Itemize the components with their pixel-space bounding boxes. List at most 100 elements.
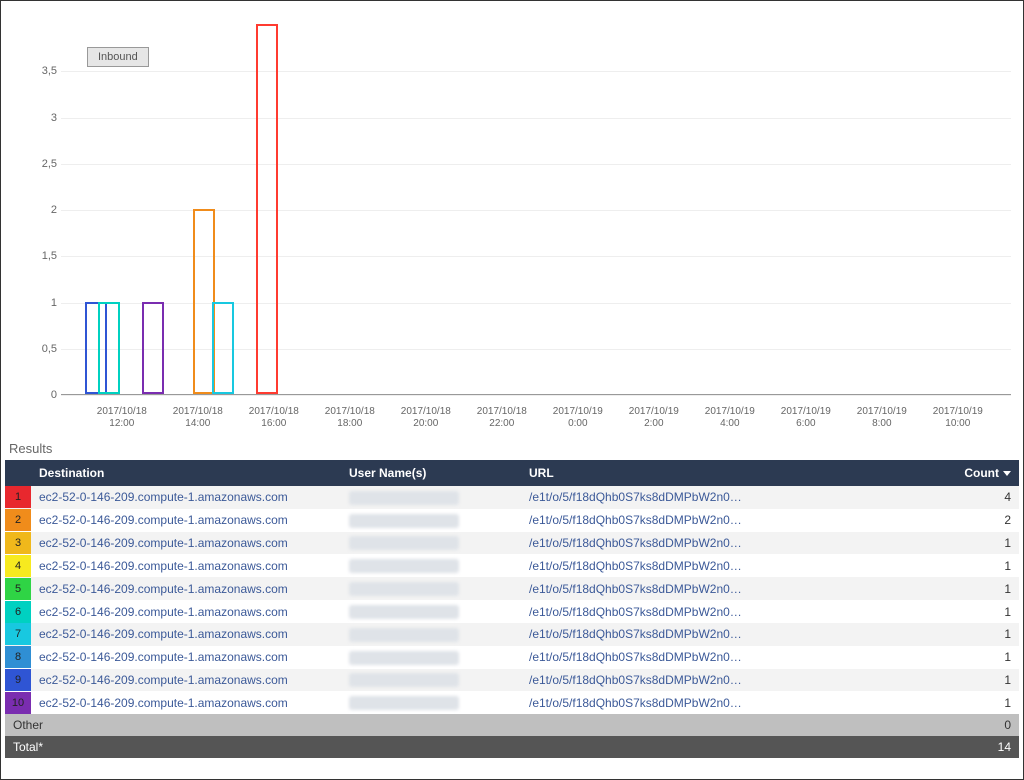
url-link[interactable]: /e1t/o/5/f18dQhb0S7ks8dDMPbW2n0… [529, 559, 742, 573]
count-cell: 1 [939, 691, 1019, 714]
url-cell: /e1t/o/5/f18dQhb0S7ks8dDMPbW2n0… [521, 486, 939, 509]
row-index-label: 8 [5, 646, 31, 668]
header-user-label: User Name(s) [349, 466, 426, 480]
row-index-swatch: 1 [5, 486, 31, 509]
row-index-label: 1 [5, 486, 31, 508]
destination-link[interactable]: ec2-52-0-146-209.compute-1.amazonaws.com [39, 650, 288, 664]
user-cell [341, 486, 521, 509]
user-cell [341, 600, 521, 623]
destination-link[interactable]: ec2-52-0-146-209.compute-1.amazonaws.com [39, 559, 288, 573]
total-label: Total* [5, 736, 939, 758]
table-row[interactable]: 2 ec2-52-0-146-209.compute-1.amazonaws.co… [5, 509, 1019, 532]
x-tick-label: 2017/10/194:00 [692, 406, 768, 430]
gridline [61, 118, 1011, 119]
table-row[interactable]: 7 ec2-52-0-146-209.compute-1.amazonaws.co… [5, 623, 1019, 646]
destination-cell: ec2-52-0-146-209.compute-1.amazonaws.com [31, 600, 341, 623]
header-count[interactable]: Count [939, 460, 1019, 486]
destination-cell: ec2-52-0-146-209.compute-1.amazonaws.com [31, 623, 341, 646]
url-link[interactable]: /e1t/o/5/f18dQhb0S7ks8dDMPbW2n0… [529, 605, 742, 619]
destination-cell: ec2-52-0-146-209.compute-1.amazonaws.com [31, 577, 341, 600]
gridline [61, 71, 1011, 72]
url-link[interactable]: /e1t/o/5/f18dQhb0S7ks8dDMPbW2n0… [529, 513, 742, 527]
row-index-label: 2 [5, 509, 31, 531]
url-link[interactable]: /e1t/o/5/f18dQhb0S7ks8dDMPbW2n0… [529, 673, 742, 687]
destination-link[interactable]: ec2-52-0-146-209.compute-1.amazonaws.com [39, 513, 288, 527]
count-cell: 1 [939, 600, 1019, 623]
x-tick-label: 2017/10/190:00 [540, 406, 616, 430]
count-cell: 1 [939, 669, 1019, 692]
results-table: Destination User Name(s) URL Count 1 ec2-… [5, 460, 1019, 758]
y-tick-label: 1 [13, 297, 57, 309]
x-tick-label: 2017/10/1812:00 [84, 406, 160, 430]
destination-link[interactable]: ec2-52-0-146-209.compute-1.amazonaws.com [39, 582, 288, 596]
table-row[interactable]: 4ec2-52-0-146-209.compute-1.amazonaws.co… [5, 554, 1019, 577]
url-link[interactable]: /e1t/o/5/f18dQhb0S7ks8dDMPbW2n0… [529, 490, 742, 504]
header-user[interactable]: User Name(s) [341, 460, 521, 486]
destination-link[interactable]: ec2-52-0-146-209.compute-1.amazonaws.com [39, 490, 288, 504]
url-cell: /e1t/o/5/f18dQhb0S7ks8dDMPbW2n0… [521, 577, 939, 600]
row-index-label: 3 [5, 532, 31, 554]
chart-bar[interactable] [142, 302, 164, 395]
header-url[interactable]: URL [521, 460, 939, 486]
chart-bar[interactable] [98, 302, 120, 395]
row-index-label: 5 [5, 578, 31, 600]
destination-cell: ec2-52-0-146-209.compute-1.amazonaws.com [31, 669, 341, 692]
table-row[interactable]: 8 ec2-52-0-146-209.compute-1.amazonaws.co… [5, 646, 1019, 669]
user-redacted [349, 628, 459, 642]
chart-legend[interactable]: Inbound [87, 47, 149, 67]
user-redacted [349, 696, 459, 710]
url-link[interactable]: /e1t/o/5/f18dQhb0S7ks8dDMPbW2n0… [529, 536, 742, 550]
table-row[interactable]: 10 ec2-52-0-146-209.compute-1.amazonaws.c… [5, 691, 1019, 714]
url-link[interactable]: /e1t/o/5/f18dQhb0S7ks8dDMPbW2n0… [529, 582, 742, 596]
table-row[interactable]: 1 ec2-52-0-146-209.compute-1.amazonaws.co… [5, 486, 1019, 509]
user-cell [341, 532, 521, 555]
legend-item-label: Inbound [98, 51, 138, 63]
destination-link[interactable]: ec2-52-0-146-209.compute-1.amazonaws.com [39, 673, 288, 687]
url-link[interactable]: /e1t/o/5/f18dQhb0S7ks8dDMPbW2n0… [529, 627, 742, 641]
count-cell: 4 [939, 486, 1019, 509]
destination-cell: ec2-52-0-146-209.compute-1.amazonaws.com [31, 532, 341, 555]
table-row[interactable]: 6ec2-52-0-146-209.compute-1.amazonaws.co… [5, 600, 1019, 623]
destination-link[interactable]: ec2-52-0-146-209.compute-1.amazonaws.com [39, 627, 288, 641]
chart-bar[interactable] [256, 24, 278, 394]
y-tick-label: 0,5 [13, 343, 57, 355]
header-destination[interactable]: Destination [31, 460, 341, 486]
destination-link[interactable]: ec2-52-0-146-209.compute-1.amazonaws.com [39, 605, 288, 619]
header-destination-label: Destination [39, 466, 104, 480]
url-link[interactable]: /e1t/o/5/f18dQhb0S7ks8dDMPbW2n0… [529, 650, 742, 664]
x-tick-label: 2017/10/1822:00 [464, 406, 540, 430]
count-cell: 1 [939, 532, 1019, 555]
other-row[interactable]: Other 0 [5, 714, 1019, 736]
user-redacted [349, 605, 459, 619]
user-redacted [349, 514, 459, 528]
x-tick-label: 2017/10/198:00 [844, 406, 920, 430]
destination-cell: ec2-52-0-146-209.compute-1.amazonaws.com [31, 646, 341, 669]
destination-link[interactable]: ec2-52-0-146-209.compute-1.amazonaws.com [39, 536, 288, 550]
row-index-swatch: 7 [5, 623, 31, 646]
user-cell [341, 646, 521, 669]
count-cell: 1 [939, 577, 1019, 600]
sort-desc-icon [1003, 471, 1011, 476]
x-tick-label: 2017/10/196:00 [768, 406, 844, 430]
row-index-swatch: 3 [5, 532, 31, 555]
row-index-swatch: 9 [5, 669, 31, 692]
user-cell [341, 554, 521, 577]
url-cell: /e1t/o/5/f18dQhb0S7ks8dDMPbW2n0… [521, 532, 939, 555]
row-index-label: 10 [5, 692, 31, 714]
x-tick-label: 2017/10/1816:00 [236, 406, 312, 430]
table-row[interactable]: 5 ec2-52-0-146-209.compute-1.amazonaws.co… [5, 577, 1019, 600]
y-tick-label: 1,5 [13, 250, 57, 262]
table-row[interactable]: 3 ec2-52-0-146-209.compute-1.amazonaws.co… [5, 532, 1019, 555]
table-row[interactable]: 9 ec2-52-0-146-209.compute-1.amazonaws.co… [5, 669, 1019, 692]
url-link[interactable]: /e1t/o/5/f18dQhb0S7ks8dDMPbW2n0… [529, 696, 742, 710]
total-count: 14 [939, 736, 1019, 758]
chart-bar[interactable] [212, 302, 234, 395]
row-index-label: 7 [5, 623, 31, 645]
user-cell [341, 691, 521, 714]
x-tick-label: 2017/10/1910:00 [920, 406, 996, 430]
destination-link[interactable]: ec2-52-0-146-209.compute-1.amazonaws.com [39, 696, 288, 710]
header-index [5, 460, 31, 486]
user-redacted [349, 559, 459, 573]
row-index-swatch: 8 [5, 646, 31, 669]
chart-area: Inbound 00,511,522,533,52017/10/1812:002… [5, 5, 1019, 435]
